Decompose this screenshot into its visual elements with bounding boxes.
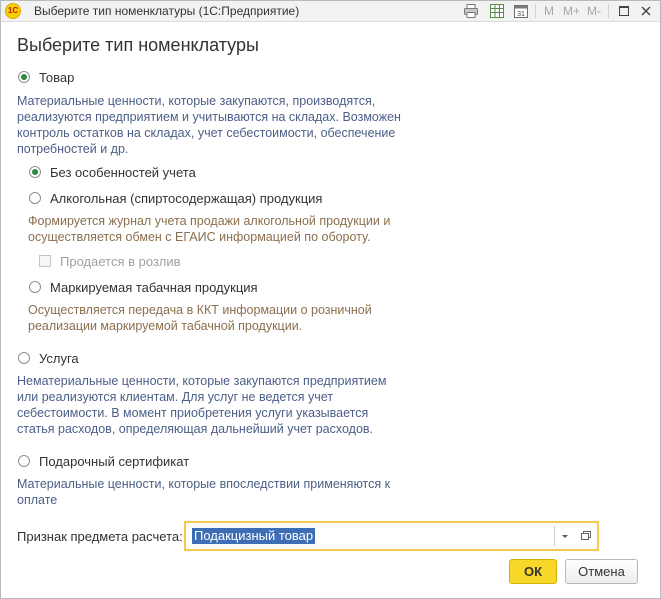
radio-unchecked-icon[interactable] <box>29 281 41 293</box>
radio-no-features[interactable]: Без особенностей учета <box>29 163 196 181</box>
gift-certificate-description: Материальные ценности, которые впоследст… <box>17 476 390 508</box>
svg-text:31: 31 <box>517 11 525 18</box>
description-line: Материальные ценности, которые впоследст… <box>17 477 391 491</box>
description-line: потребностей и др. <box>17 142 129 156</box>
chevron-down-icon[interactable] <box>556 525 574 547</box>
radio-service[interactable]: Услуга <box>18 349 79 367</box>
description-line: Нематериальные ценности, которые закупаю… <box>17 374 387 388</box>
radio-unchecked-icon[interactable] <box>29 192 41 204</box>
description-line: или реализуются клиентам. Для услуг не в… <box>17 390 334 404</box>
close-icon[interactable] <box>638 3 654 19</box>
payment-subject-select[interactable]: Подакцизный товар <box>184 521 599 551</box>
tobacco-description: Осуществляется передача в ККТ информации… <box>28 302 372 334</box>
service-description: Нематериальные ценности, которые закупаю… <box>17 373 386 437</box>
radio-unchecked-icon[interactable] <box>18 455 30 467</box>
radio-unchecked-icon[interactable] <box>18 352 30 364</box>
ok-button[interactable]: ОК <box>509 559 557 584</box>
radio-goods[interactable]: Товар <box>18 68 74 86</box>
memory-button-m[interactable]: M <box>544 4 554 18</box>
title-bar: 1С Выберите тип номенклатуры (1С:Предпри… <box>1 1 660 22</box>
cancel-button[interactable]: Отмена <box>565 559 638 584</box>
radio-service-label: Услуга <box>39 350 79 366</box>
radio-gift-certificate[interactable]: Подарочный сертификат <box>18 452 189 470</box>
description-line: оплате <box>17 493 58 507</box>
maximize-icon[interactable] <box>616 3 632 19</box>
radio-tobacco-label: Маркируемая табачная продукция <box>50 279 258 295</box>
open-form-icon[interactable] <box>576 525 596 547</box>
description-line: Материальные ценности, которые закупаютс… <box>17 94 376 108</box>
payment-subject-value[interactable]: Подакцизный товар <box>192 528 316 544</box>
page-title: Выберите тип номенклатуры <box>17 35 259 55</box>
memory-button-m-minus[interactable]: M- <box>587 4 601 18</box>
description-line: реализации маркируемой табачной продукци… <box>28 319 303 333</box>
radio-gift-certificate-label: Подарочный сертификат <box>39 453 190 469</box>
radio-no-features-label: Без особенностей учета <box>50 164 196 180</box>
1c-logo-icon: 1С <box>5 3 21 19</box>
select-divider <box>554 526 555 546</box>
memory-button-m-plus[interactable]: M+ <box>563 4 580 18</box>
print-icon[interactable] <box>463 3 479 19</box>
checkbox-icon[interactable] <box>39 255 51 267</box>
radio-goods-label: Товар <box>39 69 75 85</box>
description-line: Осуществляется передача в ККТ информации… <box>28 303 372 317</box>
calendar-icon[interactable]: 31 <box>513 3 529 19</box>
description-line: осуществляется обмен с ЕГАИС информацией… <box>28 230 371 244</box>
description-line: контроль остатков на складах, учет себес… <box>17 126 396 140</box>
dialog-window: 1С Выберите тип номенклатуры (1С:Предпри… <box>0 0 661 599</box>
checkbox-draft-sale[interactable]: Продается в розлив <box>39 253 181 269</box>
alcohol-description: Формируется журнал учета продажи алкогол… <box>28 213 390 245</box>
radio-alcohol-label: Алкогольная (спиртосодержащая) продукция <box>50 190 323 206</box>
radio-checked-icon[interactable] <box>29 166 41 178</box>
window-title: Выберите тип номенклатуры (1С:Предприяти… <box>34 4 300 18</box>
toolbar-separator <box>535 4 536 18</box>
description-line: Формируется журнал учета продажи алкогол… <box>28 214 391 228</box>
description-line: себестоимости. В момент приобретения усл… <box>17 406 369 420</box>
radio-tobacco[interactable]: Маркируемая табачная продукция <box>29 278 258 296</box>
goods-description: Материальные ценности, которые закупаютс… <box>17 93 401 157</box>
radio-checked-icon[interactable] <box>18 71 30 83</box>
toolbar-separator <box>608 4 609 18</box>
radio-alcohol[interactable]: Алкогольная (спиртосодержащая) продукция <box>29 189 322 207</box>
description-line: реализуются предприятием и учитываются н… <box>17 110 401 124</box>
spreadsheet-icon[interactable] <box>489 3 505 19</box>
checkbox-draft-sale-label: Продается в розлив <box>60 253 181 269</box>
description-line: статья расходов, определяющая дальнейший… <box>17 422 374 436</box>
payment-subject-label: Признак предмета расчета: <box>17 529 183 544</box>
